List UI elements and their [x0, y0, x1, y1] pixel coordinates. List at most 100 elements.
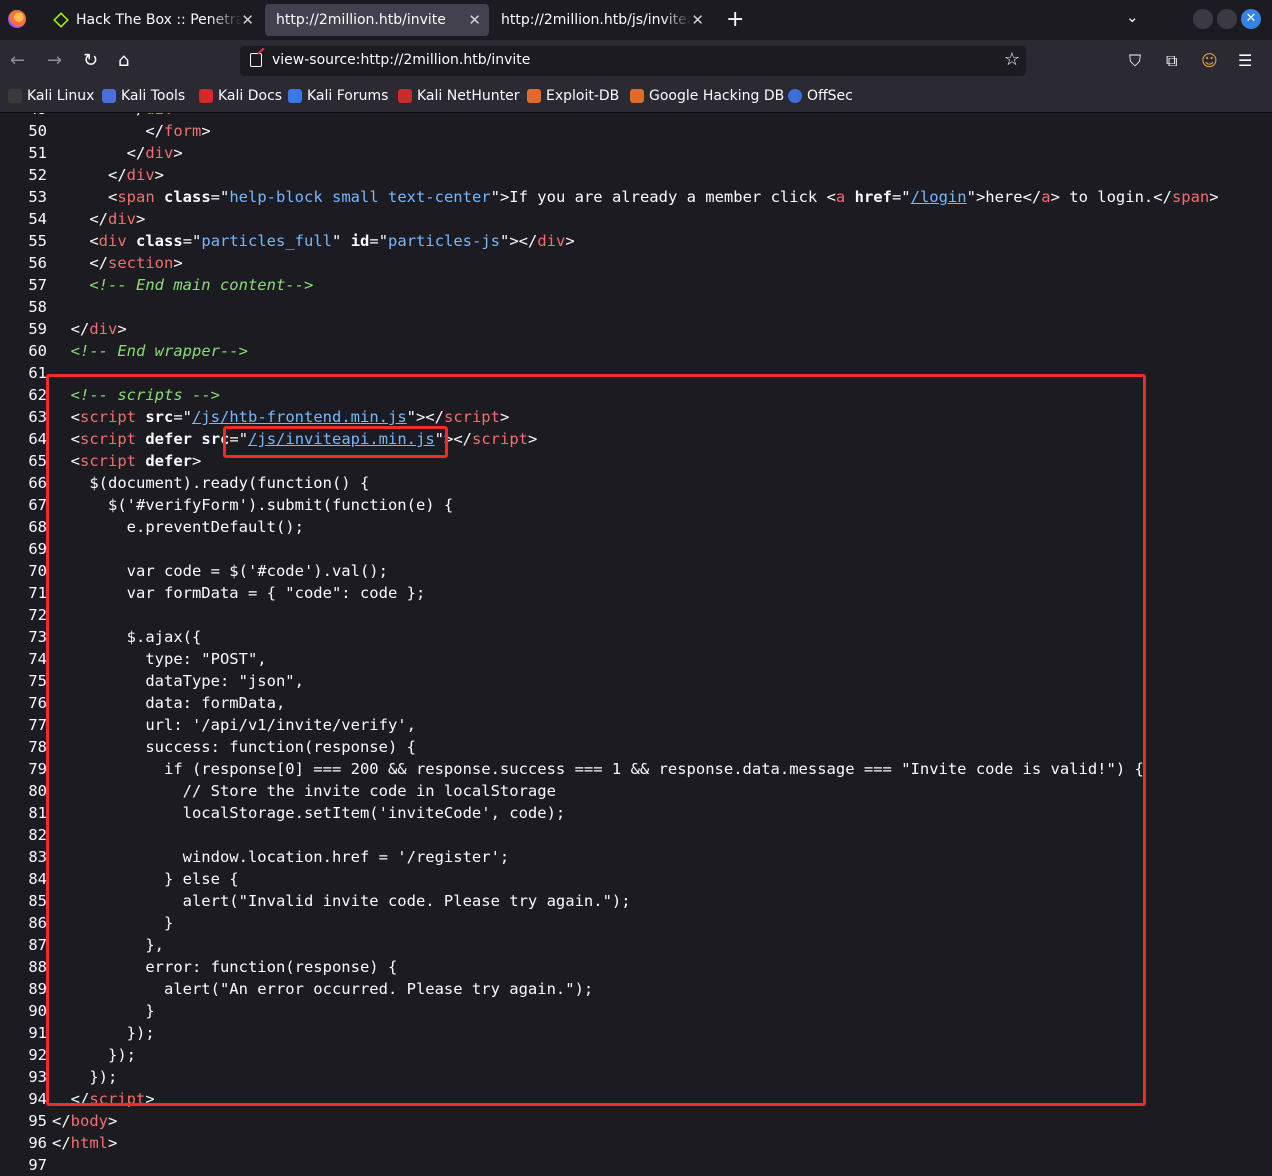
- line-code: </div>: [52, 210, 146, 228]
- source-link[interactable]: /login: [911, 188, 967, 206]
- bookmark-kali-linux[interactable]: Kali Linux: [8, 88, 94, 104]
- bookmark-label: Google Hacking DB: [649, 88, 785, 104]
- hamburger-menu-icon[interactable]: ☰: [1238, 51, 1252, 70]
- line-number: 77: [28, 716, 47, 734]
- insecure-lock-icon[interactable]: [250, 53, 262, 67]
- url-text[interactable]: view-source:http://2million.htb/invite: [272, 52, 530, 68]
- source-line: 52 </div>: [0, 164, 1272, 186]
- forward-arrow-icon[interactable]: →: [47, 50, 62, 71]
- bookmark-exploit-db[interactable]: Exploit-DB: [527, 88, 619, 104]
- tab-title: Hack The Box :: Penetration Testing Labs: [76, 12, 242, 28]
- tab-title: http://2million.htb/js/inviteapi.min.js: [501, 12, 691, 28]
- line-number: 64: [28, 430, 47, 448]
- line-number: 49: [0, 113, 47, 120]
- source-line: 58: [0, 296, 1272, 318]
- highlight-box-inviteapi-link: [223, 426, 448, 458]
- line-number: 66: [28, 474, 47, 492]
- bookmark-kali-docs[interactable]: Kali Docs: [199, 88, 282, 104]
- line-number: 94: [28, 1090, 47, 1108]
- line-number: 79: [28, 760, 47, 778]
- firefox-logo-icon[interactable]: [8, 10, 26, 28]
- bookmark-offsec[interactable]: OffSec: [788, 88, 853, 104]
- line-number: 70: [28, 562, 47, 580]
- url-bar[interactable]: view-source:http://2million.htb/invite ☆: [240, 46, 1026, 76]
- bookmark-kali-tools[interactable]: Kali Tools: [102, 88, 185, 104]
- tab-close-icon[interactable]: ✕: [691, 11, 704, 29]
- bookmark-kali-nethunter[interactable]: Kali NetHunter: [398, 88, 519, 104]
- line-number: 62: [28, 386, 47, 404]
- line-number: 53: [28, 188, 47, 206]
- line-code: </div>: [52, 320, 127, 338]
- line-number: 89: [28, 980, 47, 998]
- new-tab-plus-icon[interactable]: +: [726, 7, 744, 32]
- line-number: 90: [28, 1002, 47, 1020]
- bookmark-label: Kali Linux: [27, 88, 95, 104]
- profile-avatar-icon[interactable]: ☺: [1201, 51, 1218, 70]
- home-icon[interactable]: ⌂: [118, 50, 129, 71]
- tab-close-icon[interactable]: ✕: [241, 11, 254, 29]
- line-number: 56: [28, 254, 47, 272]
- line-code: <div class="particles_full" id="particle…: [52, 232, 575, 250]
- exploit-db-icon: [527, 89, 541, 103]
- kali-nethunter-icon: [398, 89, 412, 103]
- line-number: 50: [28, 122, 47, 140]
- tab-inviteapi[interactable]: http://2million.htb/js/inviteapi.min.js …: [490, 4, 712, 36]
- line-number: 78: [28, 738, 47, 756]
- line-code: <!-- End wrapper-->: [70, 342, 248, 360]
- extensions-puzzle-icon[interactable]: ⧉: [1166, 51, 1177, 71]
- bookmark-kali-forums[interactable]: Kali Forums: [288, 88, 388, 104]
- line-code: </section>: [52, 254, 183, 272]
- line-number: 75: [28, 672, 47, 690]
- source-line: 56 </section>: [0, 252, 1272, 274]
- tab-title: http://2million.htb/invite: [276, 12, 446, 28]
- line-number: 67: [28, 496, 47, 514]
- line-number: 84: [28, 870, 47, 888]
- line-code: </div>: [52, 144, 183, 162]
- line-number: 63: [28, 408, 47, 426]
- line-number: 93: [28, 1068, 47, 1086]
- line-number: 97: [28, 1156, 47, 1174]
- source-line: 97: [0, 1154, 1272, 1176]
- source-line: 51 </div>: [0, 142, 1272, 164]
- line-number: 81: [28, 804, 47, 822]
- tab-hackthebox[interactable]: Hack The Box :: Penetration Testing Labs…: [40, 4, 262, 36]
- line-code: </div>: [52, 113, 183, 120]
- bookmark-label: Kali NetHunter: [417, 88, 520, 104]
- source-line: 55 <div class="particles_full" id="parti…: [0, 230, 1272, 252]
- minimize-window-button[interactable]: [1193, 9, 1213, 29]
- tab-close-icon[interactable]: ✕: [468, 11, 481, 29]
- line-number: 96: [28, 1134, 47, 1152]
- bookmarks-toolbar: Kali Linux Kali Tools Kali Docs Kali For…: [0, 82, 1272, 113]
- line-number: 55: [28, 232, 47, 250]
- bookmark-google-hacking-db[interactable]: Google Hacking DB: [630, 88, 784, 104]
- list-all-tabs-chevron-icon[interactable]: ⌄: [1126, 8, 1139, 26]
- kali-forums-icon: [288, 89, 302, 103]
- kali-tools-icon: [102, 89, 116, 103]
- line-code: </body>: [52, 1112, 118, 1130]
- line-number: 58: [28, 298, 47, 316]
- line-number: 71: [28, 584, 47, 602]
- source-line: 49 </div>: [0, 113, 1272, 120]
- reload-icon[interactable]: ↻: [83, 50, 98, 71]
- bookmark-label: Exploit-DB: [546, 88, 620, 104]
- line-number: 91: [28, 1024, 47, 1042]
- highlight-box-scripts: [46, 374, 1146, 1106]
- close-window-button[interactable]: ✕: [1241, 9, 1261, 29]
- line-number: 76: [28, 694, 47, 712]
- bookmark-label: Kali Docs: [218, 88, 283, 104]
- bookmark-star-icon[interactable]: ☆: [1004, 49, 1020, 70]
- line-number: 57: [28, 276, 47, 294]
- pocket-icon[interactable]: ⛉: [1129, 51, 1141, 71]
- source-line: 54 </div>: [0, 208, 1272, 230]
- view-source-content: 49 </div>50 </form>51 </div>52 </div>53 …: [0, 113, 1272, 1176]
- line-number: 80: [28, 782, 47, 800]
- source-line: 60 <!-- End wrapper-->: [0, 340, 1272, 362]
- line-number: 52: [28, 166, 47, 184]
- source-line: 95 </body>: [0, 1110, 1272, 1132]
- line-number: 54: [28, 210, 47, 228]
- line-number: 51: [28, 144, 47, 162]
- back-arrow-icon[interactable]: ←: [10, 50, 25, 71]
- line-code: <span class="help-block small text-cente…: [52, 188, 1219, 206]
- tab-invite[interactable]: http://2million.htb/invite ✕: [265, 4, 489, 36]
- maximize-window-button[interactable]: [1217, 9, 1237, 29]
